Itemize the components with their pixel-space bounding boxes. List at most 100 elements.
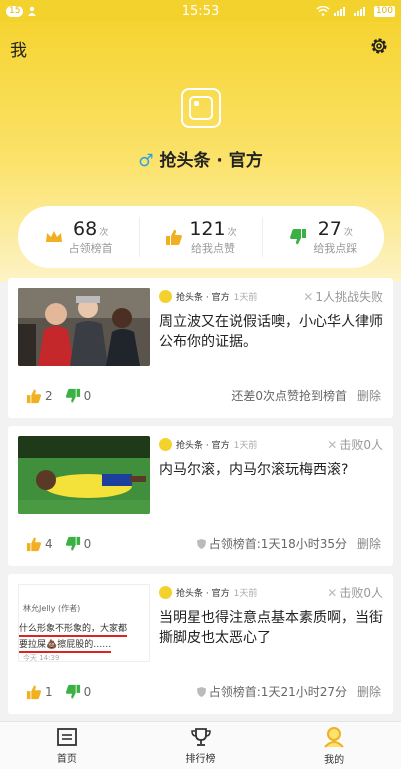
profile-name-text: 抢头条 · 官方 [159, 151, 263, 171]
stat-label: 占领榜首 [68, 242, 113, 255]
rank-info-text: 占领榜首:1天21小时27分 [208, 685, 347, 699]
post-title[interactable]: 周立波又在说假话噢，小心华人律师公布你的证据。 [159, 312, 383, 352]
challenge-status-text: 击败0人 [339, 437, 383, 452]
post-meta: 抢头条 · 官方 1天前 ✕ 击败0人 [159, 584, 383, 601]
thumb-user: 林允Jelly (作者) [23, 604, 81, 613]
dislike-count: 0 [83, 388, 92, 403]
signal-icon-2 [353, 7, 365, 16]
status-bar: 15 15:53 100 [0, 0, 401, 22]
stat-value: 68 [73, 218, 98, 240]
stat-value: 121 [189, 218, 226, 240]
rank-info: 占领榜首:1天18小时35分 [196, 535, 347, 552]
post-card[interactable]: 林允Jelly (作者) 什么形象不形象的，大家都 要拉屎💩擦屁股的…… 今天 … [8, 574, 393, 714]
challenge-status-text: 1人挑战失败 [315, 289, 383, 304]
rank-info-text: 占领榜首:1天18小时35分 [208, 537, 347, 551]
thumbs-down-icon [65, 684, 80, 698]
app-logo [181, 88, 221, 128]
post-time: 1天前 [233, 588, 258, 599]
stat-unit: 次 [99, 228, 109, 238]
battery-level: 100 [373, 5, 395, 17]
stat-label: 给我点赞 [190, 242, 235, 255]
post-author[interactable]: 抢头条 · 官方 [176, 290, 230, 303]
thumbs-up-icon [26, 685, 42, 699]
tab-label: 首页 [56, 753, 77, 765]
thumbs-up-icon [26, 537, 42, 551]
author-avatar[interactable] [159, 437, 172, 451]
dislike-button[interactable]: 0 [65, 536, 92, 552]
page-title: 我 [10, 41, 27, 61]
dislike-button[interactable]: 0 [65, 684, 92, 700]
tab-label: 我的 [324, 754, 345, 766]
stats-card: 68 次 占领榜首 121 次 给我点赞 27 次 给我点踩 [18, 206, 384, 268]
stat-likes[interactable]: 121 次 给我点赞 [139, 217, 261, 257]
challenge-status-text: 击败0人 [339, 585, 383, 600]
challenge-status: ✕ 1人挑战失败 [303, 288, 383, 305]
like-count: 2 [45, 388, 53, 403]
like-button[interactable]: 2 [26, 388, 53, 404]
cross-icon: ✕ [327, 585, 338, 600]
thumbs-down-icon [65, 388, 80, 402]
notification-badge: 15 [6, 5, 24, 17]
thumbs-down-icon [290, 229, 307, 245]
shield-icon [196, 538, 206, 549]
post-time: 1天前 [233, 292, 258, 303]
challenge-status: ✕ 击败0人 [327, 436, 383, 453]
thumb-line-2: 要拉屎💩擦屁股的…… [19, 637, 112, 653]
thumb-date: 今天 14:39 [23, 654, 60, 662]
thumbs-up-icon [166, 229, 183, 245]
post-time: 1天前 [233, 440, 258, 451]
tab-ranking[interactable]: 排行榜 [134, 722, 268, 769]
like-count: 1 [45, 684, 53, 699]
post-thumbnail-photo [18, 288, 150, 366]
post-actions: 2 0 还差0次点赞抢到榜首 删除 [26, 387, 381, 404]
delete-button[interactable]: 删除 [357, 535, 381, 552]
challenge-status: ✕ 击败0人 [327, 584, 383, 601]
like-button[interactable]: 1 [26, 684, 53, 700]
person-icon [28, 6, 37, 16]
home-icon [56, 727, 77, 746]
dislike-count: 0 [83, 536, 92, 551]
post-meta: 抢头条 · 官方 1天前 ✕ 1人挑战失败 [159, 288, 383, 305]
tab-mine[interactable]: 我的 [267, 722, 401, 769]
post-actions: 4 0 占领榜首:1天18小时35分 删除 [26, 535, 381, 552]
post-actions: 1 0 占领榜首:1天21小时27分 删除 [26, 683, 381, 700]
bottom-tab-bar: 首页 排行榜 我的 [0, 721, 401, 769]
tab-label: 排行榜 [185, 753, 216, 765]
profile-name: ♂ 抢头条 · 官方 [0, 146, 401, 171]
profile-icon [324, 726, 344, 748]
thumbs-down-icon [65, 536, 80, 550]
stat-unit: 次 [227, 228, 237, 238]
post-title[interactable]: 当明星也得注意点基本素质啊，当街撕脚皮也太恶心了 [159, 608, 383, 648]
tab-home[interactable]: 首页 [0, 722, 134, 769]
post-card[interactable]: 抢头条 · 官方 1天前 ✕ 击败0人 内马尔滚，内马尔滚玩梅西滚? 4 0 占领… [8, 426, 393, 566]
like-button[interactable]: 4 [26, 536, 53, 552]
rank-info: 占领榜首:1天21小时27分 [196, 683, 347, 700]
author-avatar[interactable] [159, 289, 172, 303]
thumbs-up-icon [26, 389, 42, 403]
signal-icon [333, 7, 345, 16]
stat-unit: 次 [343, 228, 353, 238]
thumb-line-1: 什么形象不形象的，大家都 [19, 621, 128, 637]
dislike-button[interactable]: 0 [65, 388, 92, 404]
author-avatar[interactable] [159, 585, 172, 599]
delete-button[interactable]: 删除 [357, 387, 381, 404]
post-title[interactable]: 内马尔滚，内马尔滚玩梅西滚? [159, 460, 383, 480]
rank-info: 还差0次点赞抢到榜首 [231, 389, 347, 403]
post-author[interactable]: 抢头条 · 官方 [176, 586, 230, 599]
wifi-icon [316, 6, 330, 16]
post-thumbnail-photo [18, 436, 150, 514]
male-gender-icon: ♂ [138, 151, 154, 171]
cross-icon: ✕ [303, 289, 314, 304]
settings-gear-icon[interactable] [369, 36, 389, 56]
post-author[interactable]: 抢头条 · 官方 [176, 438, 230, 451]
stat-top-rank[interactable]: 68 次 占领榜首 [18, 217, 139, 257]
delete-button[interactable]: 删除 [357, 683, 381, 700]
post-card[interactable]: 抢头条 · 官方 1天前 ✕ 1人挑战失败 周立波又在说假话噢，小心华人律师公布你… [8, 278, 393, 418]
stat-dislikes[interactable]: 27 次 给我点踩 [261, 217, 384, 257]
dislike-count: 0 [83, 684, 92, 699]
shield-icon [196, 686, 206, 697]
trophy-icon [190, 727, 211, 746]
stat-label: 给我点踩 [313, 242, 358, 255]
stat-value: 27 [317, 218, 342, 240]
crown-icon [45, 231, 62, 242]
